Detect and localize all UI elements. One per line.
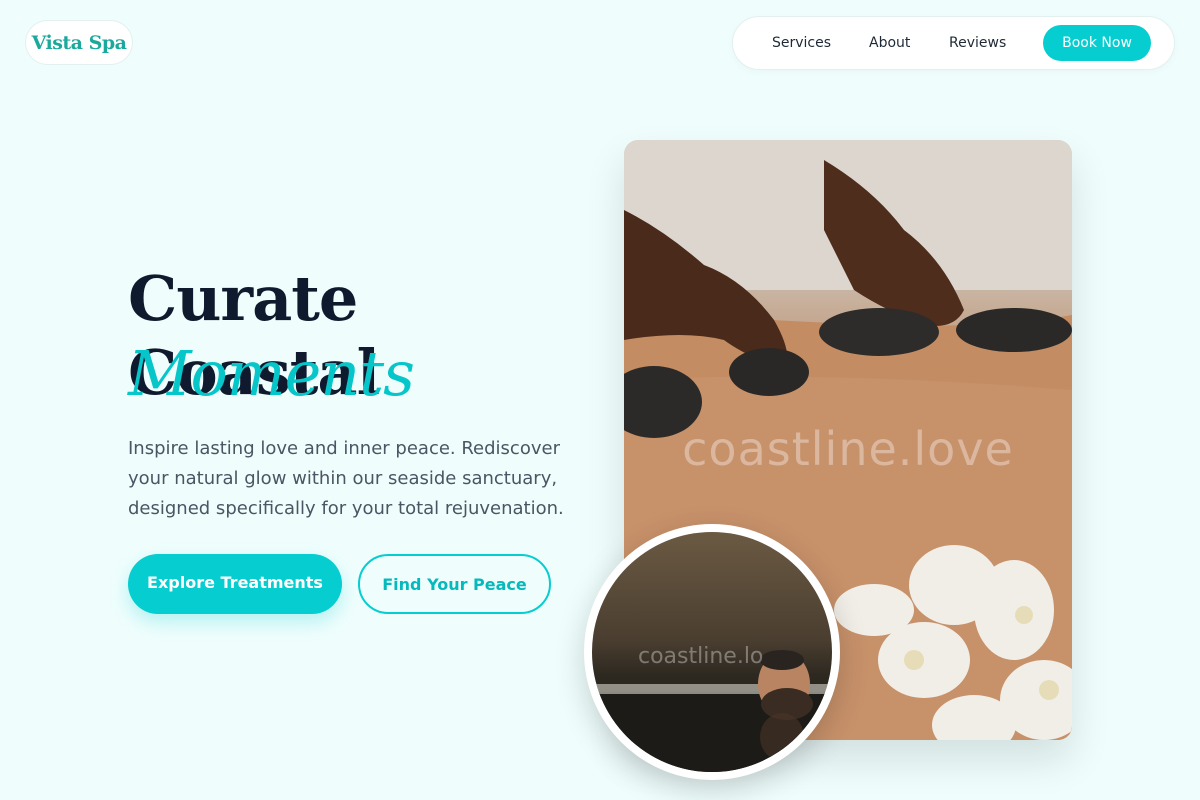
inset-image-pool: coastline.lo <box>592 532 832 772</box>
logo[interactable]: Vista Spa <box>25 20 133 65</box>
explore-treatments-button[interactable]: Explore Treatments <box>128 554 342 614</box>
hero-headline-accent: Moments <box>128 337 415 410</box>
hero-subtitle: Inspire lasting love and inner peace. Re… <box>128 438 564 519</box>
nav-link-reviews[interactable]: Reviews <box>949 17 1006 71</box>
book-now-button[interactable]: Book Now <box>1043 25 1151 61</box>
image-watermark: coastline.love <box>682 422 1014 476</box>
find-your-peace-button[interactable]: Find Your Peace <box>358 554 551 614</box>
nav-link-about[interactable]: About <box>869 17 910 71</box>
inset-watermark: coastline.lo <box>638 644 764 669</box>
nav-link-services[interactable]: Services <box>772 17 831 71</box>
inset-image-frame: coastline.lo <box>584 524 840 780</box>
top-nav: Services About Reviews Book Now <box>732 16 1175 70</box>
